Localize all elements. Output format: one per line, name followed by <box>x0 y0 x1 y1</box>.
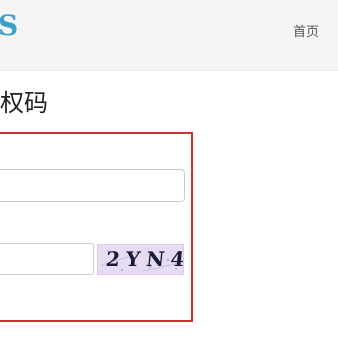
page: S 首页 权码 2YN4 <box>0 0 338 338</box>
nav-home-link[interactable]: 首页 <box>293 26 319 39</box>
captcha-text: 2YN4 <box>104 247 184 271</box>
captcha-input[interactable] <box>0 243 94 275</box>
captcha-image[interactable]: 2YN4 <box>97 244 184 275</box>
code-input[interactable] <box>0 169 185 202</box>
form-box <box>0 132 193 322</box>
page-title: 权码 <box>0 89 48 117</box>
site-logo[interactable]: S <box>0 12 18 40</box>
top-navbar: S 首页 <box>0 0 338 71</box>
